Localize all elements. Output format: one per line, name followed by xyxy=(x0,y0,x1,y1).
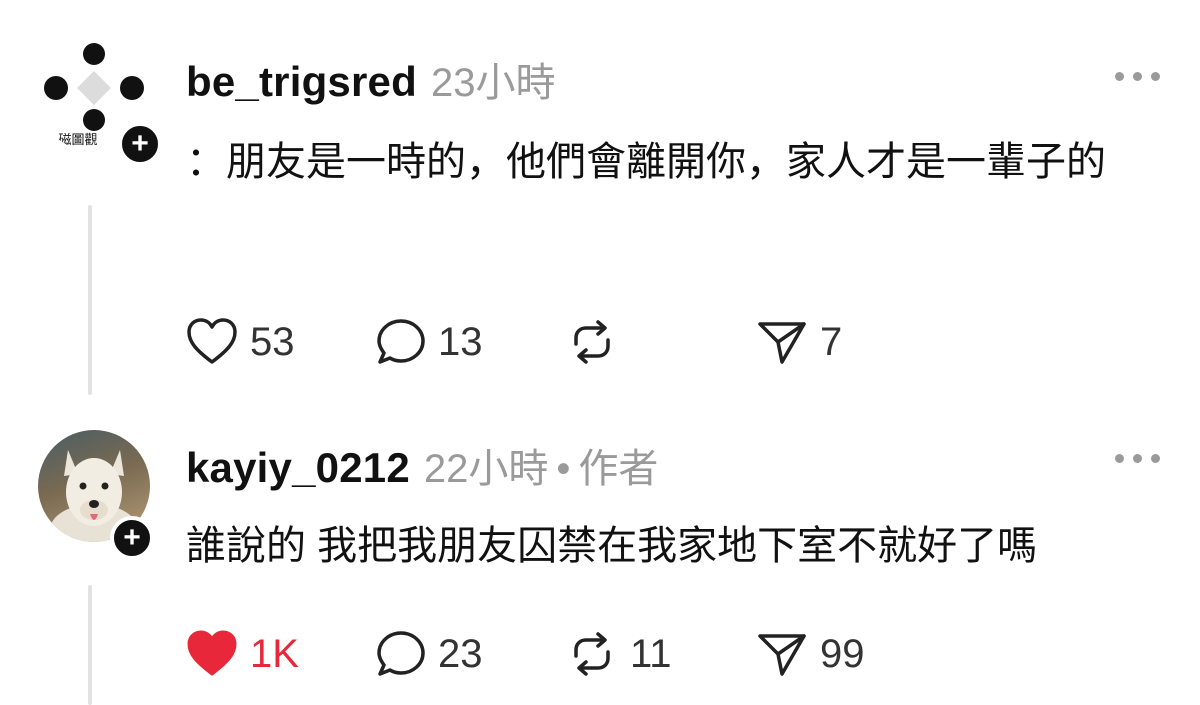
repost-button[interactable]: 11 xyxy=(566,628,756,680)
plus-icon: + xyxy=(131,127,149,160)
timestamp: 22小時 xyxy=(423,447,549,491)
repost-count: 11 xyxy=(630,631,672,676)
paper-plane-icon xyxy=(758,634,806,676)
post-text: 誰說的 我把我朋友囚禁在我家地下室不就好了嗎 xyxy=(186,524,1038,568)
share-button[interactable]: 7 xyxy=(756,316,906,368)
speech-bubble-icon xyxy=(377,631,425,676)
avatar-container[interactable]: + xyxy=(38,430,154,560)
svg-text:磁圖觀: 磁圖觀 xyxy=(58,133,97,148)
post-header: kayiy_0212 22小時 • 作者 xyxy=(186,436,658,494)
repost-button[interactable] xyxy=(566,316,756,368)
like-button[interactable]: 1K xyxy=(186,628,376,680)
thread-line xyxy=(88,585,92,705)
repost-arrows-icon xyxy=(574,632,610,676)
username[interactable]: kayiy_0212 xyxy=(186,444,410,492)
repost-arrows-icon xyxy=(574,320,610,364)
follow-button[interactable]: + xyxy=(110,516,154,560)
follow-button[interactable]: + xyxy=(118,122,162,166)
paper-plane-icon xyxy=(758,322,806,364)
timestamp: 23小時 xyxy=(430,61,556,105)
reply-post: 磁圖觀 + be_trigsred 23小時 ：朋友是一時的，他們會離開你，家人… xyxy=(0,0,1200,400)
ellipsis-icon[interactable] xyxy=(1115,454,1160,463)
reply-count: 13 xyxy=(438,319,483,364)
author-tag: 作者 xyxy=(578,447,659,491)
reply-button[interactable]: 23 xyxy=(376,628,566,680)
share-count: 7 xyxy=(820,319,843,364)
like-button[interactable]: 53 xyxy=(186,316,376,368)
action-bar: 1K 23 11 99 xyxy=(186,628,906,680)
reply-count: 23 xyxy=(438,631,483,676)
thread-line xyxy=(88,205,92,395)
heart-icon xyxy=(187,318,237,364)
avatar-container[interactable]: 磁圖觀 + xyxy=(38,40,162,166)
username[interactable]: be_trigsred xyxy=(186,58,417,106)
share-button[interactable]: 99 xyxy=(756,628,906,680)
action-bar: 53 13 7 xyxy=(186,316,906,368)
share-count: 99 xyxy=(820,631,865,676)
reply-button[interactable]: 13 xyxy=(376,316,566,368)
plus-icon: + xyxy=(123,521,141,554)
ellipsis-icon[interactable] xyxy=(1115,72,1160,81)
like-count: 1K xyxy=(250,631,299,676)
post-text: ：朋友是一時的，他們會離開你，家人才是一輩子的 xyxy=(186,140,1106,184)
post-header: be_trigsred 23小時 xyxy=(186,50,555,108)
heart-icon xyxy=(187,630,237,676)
speech-bubble-icon xyxy=(377,319,425,364)
separator-dot: • xyxy=(556,447,571,491)
like-count: 53 xyxy=(250,319,295,364)
reply-post: + kayiy_0212 22小時 • 作者 誰說的 我把我朋友囚禁在我家地下室… xyxy=(0,400,1200,705)
